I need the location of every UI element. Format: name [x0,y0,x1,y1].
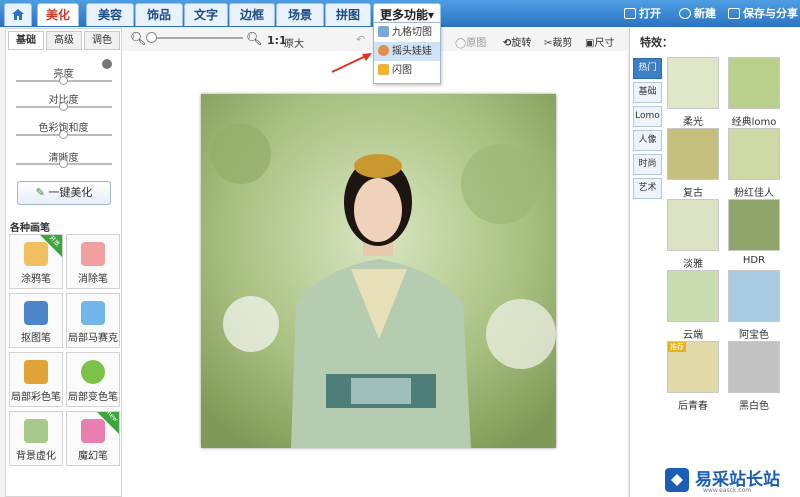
category-fashion[interactable]: 时尚 [633,154,662,175]
effect-pink-lady[interactable]: 粉红佳人 [728,128,780,199]
original-image-button[interactable]: ◯原图 [455,34,486,49]
effect-thumbnail [728,341,780,393]
rotate-button[interactable]: ⟲旋转 [503,34,531,49]
effect-thumbnail [728,270,780,322]
effects-title: 特效： [640,36,673,49]
recolor-brush-button[interactable]: 局部变色笔 [66,352,120,407]
effect-thumbnail [667,128,719,180]
category-art[interactable]: 艺术 [633,178,662,199]
one-click-beautify-button[interactable]: ✎ 一键美化 [17,181,111,205]
recommend-badge: 推荐 [668,342,686,352]
tab-beautify[interactable]: 美化 [37,3,79,26]
portrait-image [201,94,556,448]
brushes-title: 各种画笔 [10,223,50,234]
category-basic[interactable]: 基础 [633,82,662,103]
zoom-in-icon[interactable]: 🔍︎ [246,32,263,47]
saturation-handle[interactable] [59,130,68,139]
home-icon [12,9,24,20]
undo-icon[interactable]: ↶ [356,33,365,46]
new-button[interactable]: 新建 [679,5,716,21]
magic-brush-button[interactable]: 魔幻笔 new [66,410,120,466]
subtab-basic[interactable]: 基础 [8,31,44,50]
doll-icon [378,45,389,56]
tab-collage[interactable]: 拼图 [325,3,371,26]
effect-thumbnail [667,270,719,322]
subtab-color[interactable]: 调色 [84,31,120,50]
flash-icon [378,64,389,75]
effect-thumbnail [728,199,780,251]
effect-youth[interactable]: 推荐 后青春 [667,341,719,412]
menu-item-bobblehead[interactable]: 摇头娃娃 [374,42,440,61]
effect-thumbnail [667,199,719,251]
category-hot[interactable]: 热门 [633,58,662,79]
effect-thumbnail: 推荐 [667,341,719,393]
caret-down-icon: ▾ [427,8,435,22]
color-brush-button[interactable]: 局部彩色笔 [9,352,63,407]
background-blur-button[interactable]: 背景虚化 [9,411,63,466]
save-share-button[interactable]: 保存与分享 [728,5,798,21]
effect-soft-light[interactable]: 柔光 [667,57,719,128]
effect-cloud[interactable]: 云端 [667,270,719,341]
doodle-brush-button[interactable]: 涂鸦笔 开放 [9,234,63,289]
edited-photo [201,94,556,448]
more-features-dropdown: 九格切图 摇头娃娃 闪图 [373,22,441,84]
save-icon [728,8,740,19]
original-size-button[interactable]: 原大 [284,35,304,50]
open-button[interactable]: 打开 [624,5,661,21]
contrast-handle[interactable] [59,102,68,111]
mosaic-icon [81,301,105,325]
home-button[interactable] [4,3,32,26]
effect-thumbnail [728,57,780,109]
tab-text[interactable]: 文字 [184,3,228,26]
watermark-logo-icon [665,468,689,492]
watermark-url: www.easck.com [703,487,752,494]
grid-icon [378,26,389,37]
resize-button[interactable]: ▣尺寸 [585,34,614,49]
eraser-brush-button[interactable]: 消除笔 [66,234,120,289]
brightness-handle[interactable] [59,76,68,85]
plus-icon [679,8,691,19]
original-icon: ◯ [455,38,467,49]
annotation-arrow [331,53,372,73]
zoom-slider-handle[interactable] [146,32,157,43]
blur-icon [24,419,48,443]
subtab-advanced[interactable]: 高级 [46,31,82,50]
category-portrait[interactable]: 人像 [633,130,662,151]
paint-bucket-icon [81,360,105,384]
eraser-icon [81,242,105,266]
cutout-icon [24,301,48,325]
site-watermark: 易采站长站 www.easck.com [655,460,800,497]
tab-accessories[interactable]: 饰品 [135,3,183,26]
folder-icon [624,8,636,19]
tab-makeup[interactable]: 美容 [86,3,134,26]
effect-thumbnail [728,128,780,180]
paintbrush-icon [24,360,48,384]
category-lomo[interactable]: Lomo [633,106,662,127]
effect-thumbnail [667,57,719,109]
magic-icon: ✎ [35,186,45,199]
effect-elegant[interactable]: 淡雅 [667,199,719,270]
zoom-slider[interactable] [151,37,243,39]
crop-button[interactable]: ✂裁剪 [544,34,572,49]
effect-classic-lomo[interactable]: 经典lomo [728,57,780,128]
sharpness-handle[interactable] [59,159,68,168]
effect-black-white[interactable]: 黑白色 [728,341,780,412]
mosaic-brush-button[interactable]: 局部马赛克 [66,293,120,348]
effect-hdr[interactable]: HDR [728,199,780,266]
menu-item-flash-image[interactable]: 闪图 [374,61,440,80]
effect-retro[interactable]: 复古 [667,128,719,199]
tab-frame[interactable]: 边框 [229,3,275,26]
tab-scene[interactable]: 场景 [276,3,324,26]
cutout-brush-button[interactable]: 抠图笔 [9,293,63,348]
menu-item-grid-cut[interactable]: 九格切图 [374,23,440,42]
zoom-out-icon[interactable]: 🔍︎ [130,32,147,47]
effect-abao[interactable]: 阿宝色 [728,270,780,341]
left-tools-panel: 基础 高级 调色 亮度 对比度 色彩饱和度 清晰度 ✎ 一键美化 各种画笔 涂鸦… [5,28,122,497]
effects-panel: 特效： 热门 基础 Lomo 人像 时尚 艺术 柔光 经典lomo 复古 粉红佳… [629,28,800,497]
